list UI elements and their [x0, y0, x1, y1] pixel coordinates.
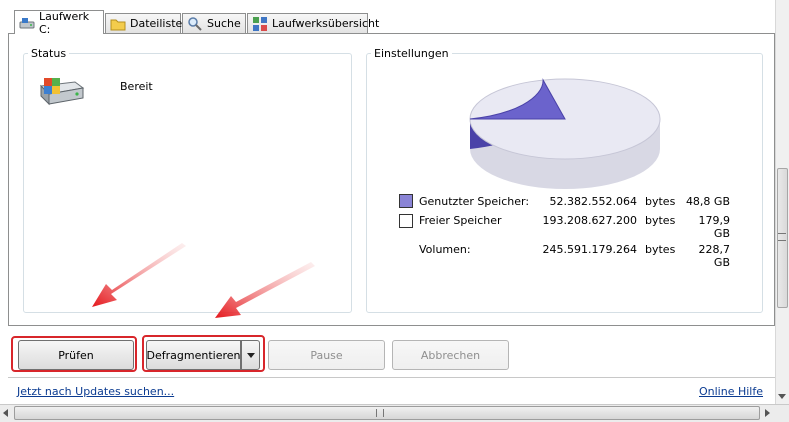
- pruefen-button[interactable]: Prüfen: [18, 340, 134, 370]
- drive-icon: [19, 15, 35, 31]
- scroll-grip-icon: [778, 233, 786, 241]
- arrow-to-pruefen: [92, 243, 186, 307]
- defragmentieren-button[interactable]: Defragmentieren: [146, 340, 241, 370]
- hscroll-grip-icon: [376, 409, 384, 417]
- horizontal-scroll-thumb[interactable]: [14, 406, 760, 420]
- abbrechen-button[interactable]: Abbrechen: [392, 340, 509, 370]
- dropdown-arrow-icon: [246, 352, 255, 358]
- defragmentieren-dropdown[interactable]: [241, 340, 260, 370]
- tab-laufwerk-c[interactable]: Laufwerk C:: [14, 9, 104, 36]
- updates-link[interactable]: Jetzt nach Updates suchen...: [17, 385, 174, 398]
- online-help-link[interactable]: Online Hilfe: [699, 385, 763, 398]
- scroll-right-arrow-icon[interactable]: [765, 409, 770, 417]
- tab-label: Laufwerk C:: [39, 9, 90, 36]
- scroll-left-arrow-icon[interactable]: [3, 409, 8, 417]
- pause-button[interactable]: Pause: [268, 340, 385, 370]
- scroll-down-arrow-icon[interactable]: [778, 394, 786, 399]
- arrow-to-defragmentieren: [215, 262, 315, 318]
